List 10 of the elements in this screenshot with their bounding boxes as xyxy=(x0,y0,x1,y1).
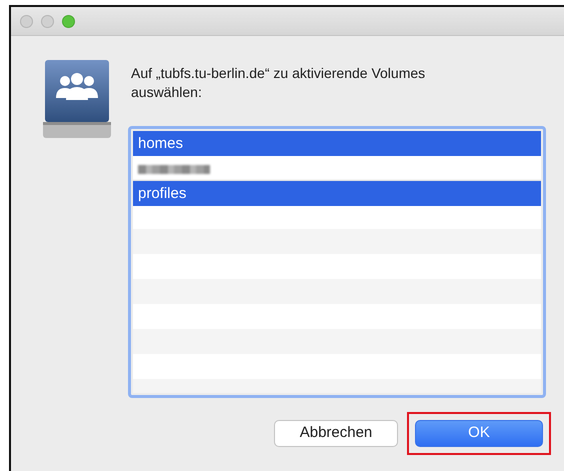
network-drive-icon xyxy=(43,60,111,140)
window-control-button[interactable] xyxy=(20,14,33,28)
message-text: Auf „tubfs.tu-berlin.de“ zu aktivierende Volumes auswählen: xyxy=(131,64,426,102)
dialog-button[interactable]: Abbrechen xyxy=(274,420,398,447)
default-button[interactable]: OK xyxy=(415,420,543,447)
volume-row[interactable]: homes xyxy=(133,131,541,156)
window-control-button[interactable] xyxy=(41,14,54,28)
window-control-button[interactable] xyxy=(62,14,75,28)
volume-row[interactable]: profiles xyxy=(133,181,541,206)
blurred-label xyxy=(138,164,210,174)
